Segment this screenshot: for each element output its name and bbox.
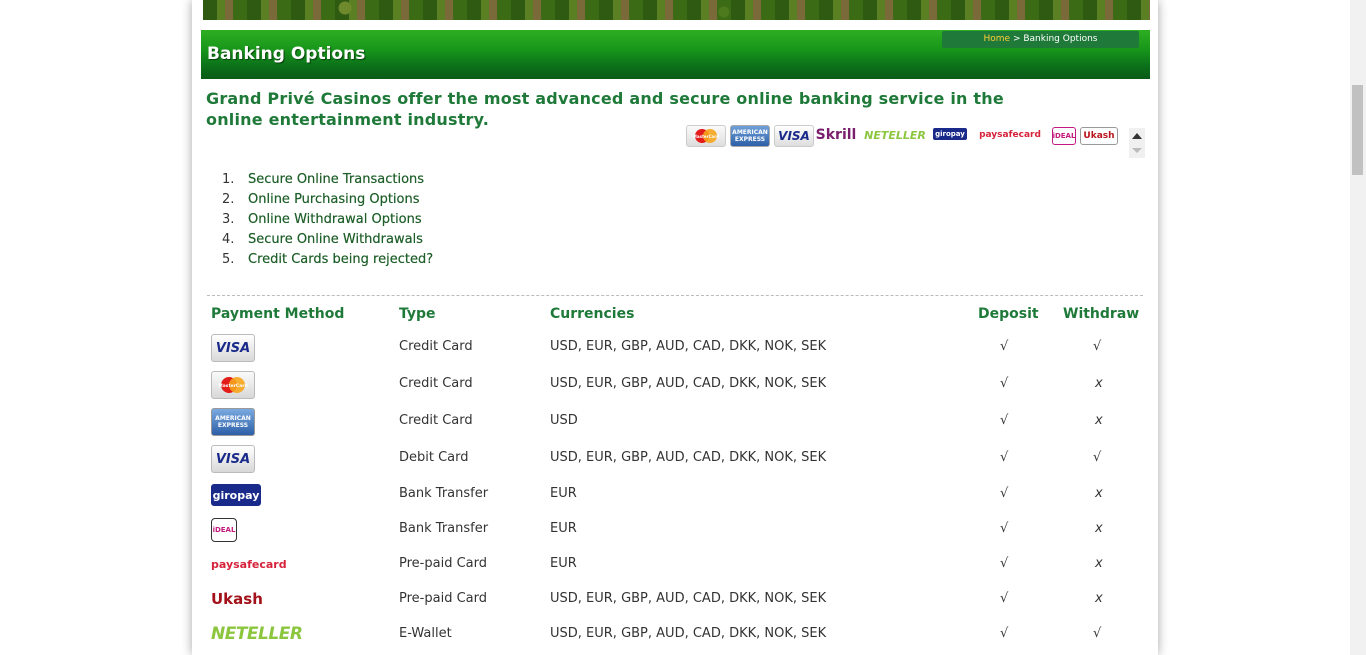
withdraw-mark: √ [1093,626,1102,641]
column-header-deposit: Deposit [978,306,1039,322]
amex-logo-icon: AMERICAN EXPRESS [730,125,770,147]
giropay-logo-icon: giropay [933,128,967,140]
section-divider [207,295,1143,296]
type-cell: Pre-paid Card [399,591,487,606]
giropay-logo-icon: giropay [211,484,261,506]
deposit-mark: √ [1000,556,1009,571]
withdraw-mark: x [1095,556,1103,571]
table-row: MasterCard Credit Card USD, EUR, GBP, AU… [207,371,1143,405]
deposit-mark: √ [1000,486,1009,501]
currencies-cell: EUR [550,556,577,571]
ideal-logo-icon: iDEAL [1052,127,1076,145]
svg-text:MasterCard: MasterCard [218,383,247,389]
toc-link-withdrawal-options[interactable]: Online Withdrawal Options [248,212,422,227]
deposit-mark: √ [1000,413,1009,428]
header-banner-image [203,0,1150,20]
paysafecard-logo-icon: paysafecard [211,557,287,571]
paysafecard-logo-icon: paysafecard [979,130,1041,140]
toc-link-cards-rejected[interactable]: Credit Cards being rejected? [248,252,433,267]
toc-item: 2. Online Purchasing Options [222,192,420,207]
currencies-cell: USD, EUR, GBP, AUD, CAD, DKK, NOK, SEK [550,376,827,391]
currencies-cell: USD, EUR, GBP, AUD, CAD, DKK, NOK, SEK [550,591,827,606]
deposit-mark: √ [1000,521,1009,536]
neteller-logo-icon: NETELLER [211,624,303,644]
skrill-logo-icon: Skrill [815,127,857,143]
currencies-cell: USD, EUR, GBP, AUD, CAD, DKK, NOK, SEK [550,626,827,641]
visa-logo-icon: VISA [211,334,255,362]
type-cell: E-Wallet [399,626,452,641]
currencies-cell: USD, EUR, GBP, AUD, CAD, DKK, NOK, SEK [550,339,827,354]
ideal-logo-icon: iDEAL [211,518,237,542]
visa-logo-icon: VISA [774,125,814,147]
toc-link-purchasing-options[interactable]: Online Purchasing Options [248,192,420,207]
breadcrumb-separator: > [1010,34,1024,44]
type-cell: Bank Transfer [399,486,489,501]
breadcrumb: Home > Banking Options [942,31,1139,48]
column-header-type: Type [399,306,436,322]
type-cell: Bank Transfer [399,521,489,536]
scroll-up-arrow-icon[interactable] [1132,133,1142,139]
ukash-logo-icon: Ukash [1080,127,1118,145]
currencies-cell: EUR [550,521,577,536]
breadcrumb-current: Banking Options [1023,34,1098,44]
visa-logo-icon: VISA [211,445,255,473]
toc-item: 4. Secure Online Withdrawals [222,232,423,247]
withdraw-mark: √ [1093,339,1102,354]
withdraw-mark: √ [1093,450,1102,465]
breadcrumb-home-link[interactable]: Home [984,34,1011,44]
withdraw-mark: x [1095,521,1103,536]
type-cell: Debit Card [399,450,469,465]
toc-link-secure-transactions[interactable]: Secure Online Transactions [248,172,424,187]
column-header-currencies: Currencies [550,306,635,322]
column-header-payment-method: Payment Method [211,306,345,322]
type-cell: Credit Card [399,376,473,391]
toc-item: 5. Credit Cards being rejected? [222,252,434,267]
table-row: NETELLER E-Wallet USD, EUR, GBP, AUD, CA… [207,621,1143,655]
toc-item: 1. Secure Online Transactions [222,172,425,187]
ukash-logo-icon: Ukash [211,590,263,608]
page-title: Banking Options [207,44,366,64]
svg-text:MasterCard: MasterCard [693,134,719,139]
withdraw-mark: x [1095,486,1103,501]
mastercard-logo-icon: MasterCard [686,125,726,147]
type-cell: Pre-paid Card [399,556,487,571]
table-row: VISA Debit Card USD, EUR, GBP, AUD, CAD,… [207,445,1143,479]
section-header-bar: Banking Options Home > Banking Options [201,30,1150,79]
deposit-mark: √ [1000,339,1009,354]
deposit-mark: √ [1000,376,1009,391]
deposit-mark: √ [1000,450,1009,465]
toc-link-secure-withdrawals[interactable]: Secure Online Withdrawals [248,232,423,247]
intro-text: Grand Privé Casinos offer the most advan… [206,89,1004,129]
mastercard-logo-icon: MasterCard [211,371,255,399]
deposit-mark: √ [1000,626,1009,641]
withdraw-mark: x [1095,376,1103,391]
type-cell: Credit Card [399,339,473,354]
neteller-logo-icon: NETELLER [864,128,926,142]
scroll-down-arrow-icon[interactable] [1132,148,1142,153]
currencies-cell: USD, EUR, GBP, AUD, CAD, DKK, NOK, SEK [550,450,827,465]
logo-strip-scroller[interactable] [1129,128,1145,158]
table-row: AMERICAN EXPRESS Credit Card USD √ x [207,408,1143,442]
toc-item: 3. Online Withdrawal Options [222,212,422,227]
deposit-mark: √ [1000,591,1009,606]
currencies-cell: USD [550,413,578,428]
withdraw-mark: x [1095,413,1103,428]
table-row: giropay Bank Transfer EUR √ x [207,481,1143,515]
amex-logo-icon: AMERICAN EXPRESS [211,408,255,436]
table-row: iDEAL Bank Transfer EUR √ x [207,516,1143,550]
table-row: paysafecard Pre-paid Card EUR √ x [207,551,1143,585]
table-of-contents: 1. Secure Online Transactions 2. Online Pu… [222,170,433,270]
scrollbar-thumb[interactable] [1352,85,1363,175]
column-header-withdraw: Withdraw [1063,306,1140,322]
page-scrollbar[interactable] [1350,0,1366,655]
currencies-cell: EUR [550,486,577,501]
type-cell: Credit Card [399,413,473,428]
withdraw-mark: x [1095,591,1103,606]
table-row: Ukash Pre-paid Card USD, EUR, GBP, AUD, … [207,586,1143,620]
table-row: VISA Credit Card USD, EUR, GBP, AUD, CAD… [207,334,1143,368]
